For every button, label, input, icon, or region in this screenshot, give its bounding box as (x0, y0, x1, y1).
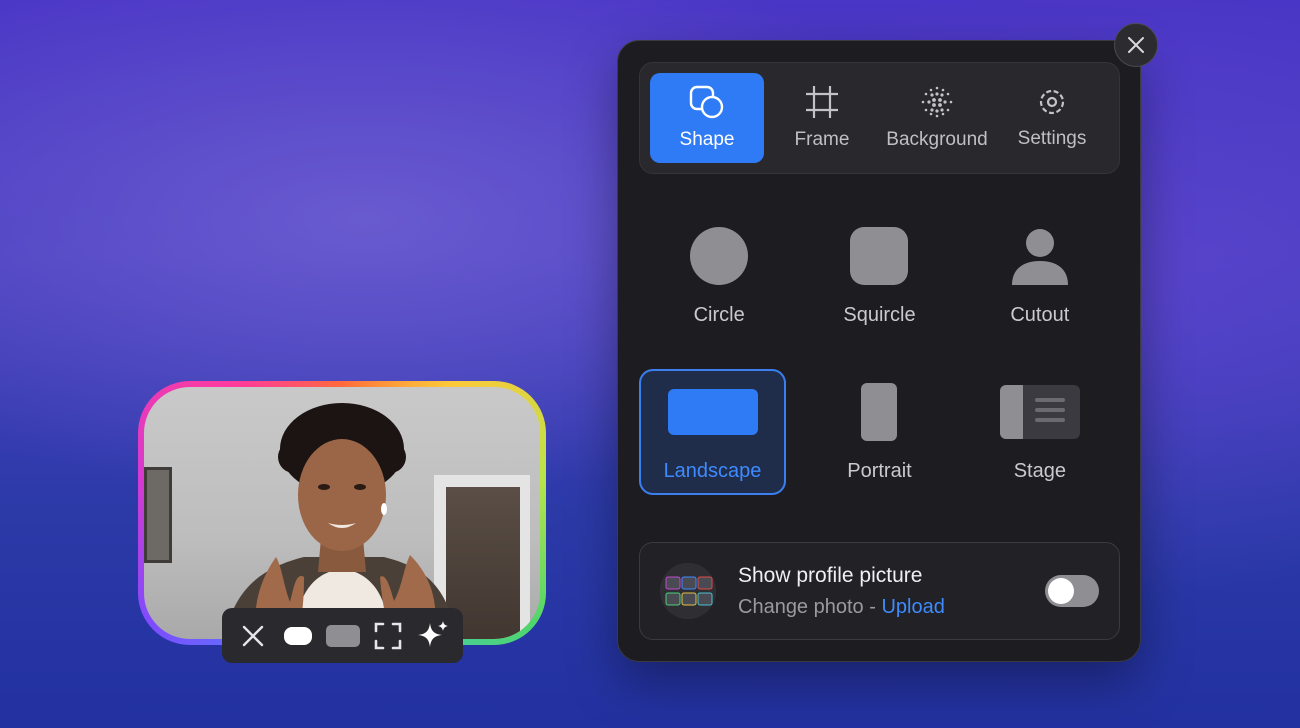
tab-label: Shape (679, 129, 735, 150)
camera-settings-panel: Shape Frame Background Settings Circle S… (617, 40, 1141, 662)
pill-shape-icon (283, 626, 312, 645)
effects-button[interactable] (413, 616, 453, 656)
pill-shape-button[interactable] (278, 616, 318, 656)
shape-label: Landscape (663, 459, 762, 482)
shape-option-squircle[interactable]: Squircle (807, 213, 951, 339)
profile-title: Show profile picture (738, 563, 923, 587)
shape-option-portrait[interactable]: Portrait (807, 369, 951, 495)
panel-tabs: Shape Frame Background Settings (639, 62, 1120, 174)
tab-label: Background (886, 129, 988, 150)
stage-icon (999, 384, 1080, 439)
profile-subtitle: Change photo - Upload (738, 596, 1045, 619)
change-photo-text: Change photo - (738, 595, 876, 618)
fullscreen-icon (374, 622, 401, 649)
shape-option-stage[interactable]: Stage (968, 369, 1112, 495)
camera-toolbar (222, 608, 463, 663)
tab-frame[interactable]: Frame (765, 73, 879, 163)
landscape-icon (667, 388, 758, 435)
toggle-knob (1048, 578, 1074, 604)
camera-bubble[interactable] (138, 381, 546, 645)
person-image (224, 403, 456, 639)
close-icon (242, 625, 263, 646)
profile-picture-card: Show profile picture Change photo - Uplo… (639, 542, 1120, 640)
fullscreen-button[interactable] (368, 616, 408, 656)
shape-label: Portrait (847, 459, 912, 482)
tab-background[interactable]: Background (880, 73, 994, 163)
frame-icon (806, 86, 838, 118)
close-panel-button[interactable] (1114, 23, 1158, 67)
background-icon (921, 86, 953, 118)
tab-label: Frame (794, 129, 850, 150)
rectangle-shape-button[interactable] (323, 616, 363, 656)
portrait-icon (861, 382, 898, 441)
upload-link[interactable]: Upload (881, 596, 944, 618)
close-icon (1128, 37, 1144, 53)
shape-option-circle[interactable]: Circle (647, 213, 791, 339)
squircle-icon (850, 226, 909, 285)
circle-icon (690, 226, 749, 285)
shape-label: Stage (1013, 459, 1066, 482)
gear-icon (1039, 89, 1065, 115)
shape-label: Squircle (843, 303, 916, 326)
shape-option-landscape[interactable]: Landscape (639, 369, 786, 495)
avatar (660, 563, 716, 619)
shape-icon (689, 85, 724, 119)
sparkle-icon (417, 620, 448, 647)
close-camera-button[interactable] (233, 616, 273, 656)
shape-option-cutout[interactable]: Cutout (968, 213, 1112, 339)
shape-label: Circle (693, 303, 745, 326)
camera-video (144, 387, 540, 639)
tab-shape[interactable]: Shape (650, 73, 764, 163)
shape-options: Circle Squircle Cutout Landscape Portrai… (639, 213, 1120, 495)
rectangle-shape-icon (325, 624, 360, 647)
tab-settings[interactable]: Settings (995, 73, 1109, 163)
tab-label: Settings (1017, 128, 1087, 149)
cutout-icon (1011, 228, 1068, 285)
show-profile-toggle[interactable] (1045, 575, 1099, 607)
shape-label: Cutout (1010, 303, 1070, 326)
